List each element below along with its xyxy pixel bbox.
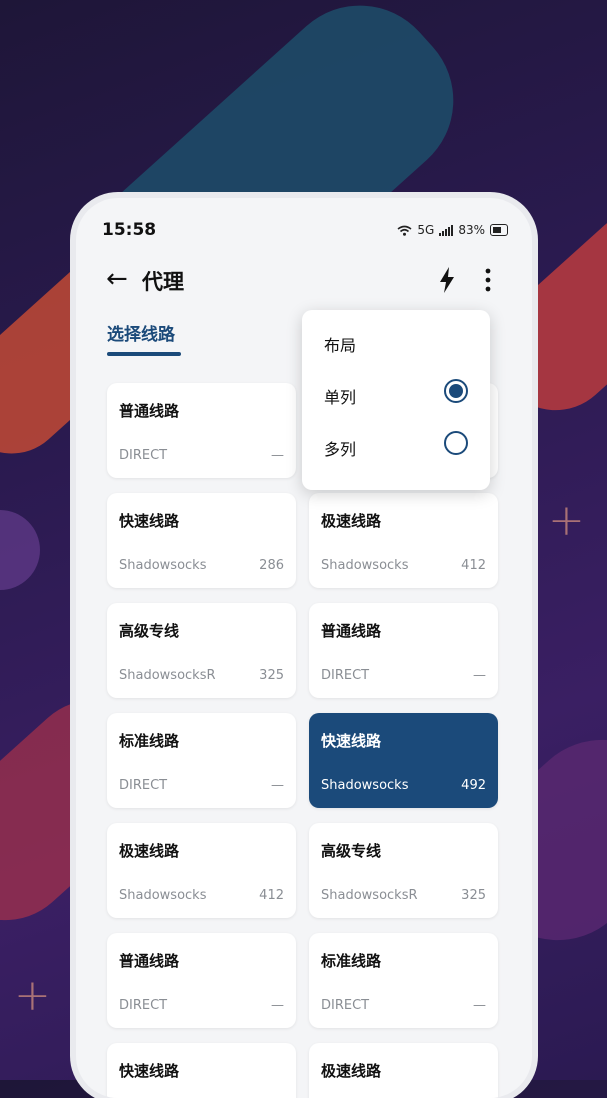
route-protocol: DIRECT <box>321 998 370 1013</box>
route-name: 极速线路 <box>321 512 382 530</box>
option-label: 单列 <box>324 388 357 407</box>
route-name: 快速线路 <box>119 1062 180 1080</box>
status-icons: 5G 83% <box>397 223 508 237</box>
route-card[interactable]: 标准线路 DIRECT — <box>309 933 498 1028</box>
arrow-left-icon[interactable]: ← <box>106 264 128 294</box>
radio-unselected-icon[interactable] <box>444 431 468 455</box>
route-protocol: DIRECT <box>119 998 168 1013</box>
signal-icon <box>439 224 454 236</box>
route-card[interactable]: 快速线路 <box>107 1043 296 1098</box>
menu-header: 布局 <box>324 336 357 355</box>
network-type: 5G <box>417 223 435 237</box>
route-name: 高级专线 <box>321 842 382 860</box>
route-name: 快速线路 <box>119 512 180 530</box>
layout-popup-menu: 布局 单列 多列 <box>302 310 490 490</box>
more-vert-icon[interactable] <box>481 266 495 294</box>
route-latency: 286 <box>259 558 284 573</box>
tab-indicator <box>107 352 181 356</box>
route-name: 高级专线 <box>119 622 180 640</box>
route-card[interactable]: 极速线路 Shadowsocks 412 <box>309 493 498 588</box>
route-name: 普通线路 <box>321 622 382 640</box>
route-name: 标准线路 <box>119 732 180 750</box>
route-name: 极速线路 <box>119 842 180 860</box>
route-latency: 412 <box>259 888 284 903</box>
route-protocol: Shadowsocks <box>321 558 409 573</box>
tab-select-route[interactable]: 选择线路 <box>107 320 175 345</box>
route-card[interactable]: 高级专线 ShadowsocksR 325 <box>309 823 498 918</box>
lightning-icon[interactable] <box>438 266 456 294</box>
route-card[interactable]: 普通线路 DIRECT — <box>309 603 498 698</box>
route-card[interactable]: 极速线路 <box>309 1043 498 1098</box>
route-protocol: Shadowsocks <box>119 558 207 573</box>
route-name: 标准线路 <box>321 952 382 970</box>
route-card[interactable]: 极速线路 Shadowsocks 412 <box>107 823 296 918</box>
background-shape <box>0 510 40 590</box>
menu-option-single-column[interactable]: 单列 <box>302 370 490 418</box>
route-latency: — <box>271 778 284 793</box>
menu-option-multi-column[interactable]: 多列 <box>302 422 490 470</box>
battery-percent: 83% <box>458 223 485 237</box>
route-card[interactable]: 快速线路 Shadowsocks 286 <box>107 493 296 588</box>
route-latency: — <box>271 998 284 1013</box>
plus-decoration-icon: + <box>548 495 585 546</box>
battery-icon <box>490 224 508 236</box>
route-latency: — <box>473 668 486 683</box>
route-latency: 325 <box>461 888 486 903</box>
route-protocol: DIRECT <box>119 778 168 793</box>
route-card[interactable]: 普通线路 DIRECT — <box>107 933 296 1028</box>
route-card[interactable]: 高级专线 ShadowsocksR 325 <box>107 603 296 698</box>
route-name: 快速线路 <box>321 732 382 750</box>
status-time: 15:58 <box>102 220 157 240</box>
route-name: 普通线路 <box>119 402 180 420</box>
route-card-selected[interactable]: 快速线路 Shadowsocks 492 <box>309 713 498 808</box>
radio-selected-icon[interactable] <box>444 379 468 403</box>
option-label: 多列 <box>324 440 357 459</box>
route-card[interactable]: 标准线路 DIRECT — <box>107 713 296 808</box>
route-name: 极速线路 <box>321 1062 382 1080</box>
route-protocol: Shadowsocks <box>119 888 207 903</box>
route-latency: 325 <box>259 668 284 683</box>
route-protocol: ShadowsocksR <box>321 888 418 903</box>
phone-screen: 15:58 5G 83% ← 代理 选择线路 普通线路 DIRECT — 快速线… <box>76 198 532 1098</box>
route-latency: 492 <box>461 778 486 793</box>
route-name: 普通线路 <box>119 952 180 970</box>
route-latency: 412 <box>461 558 486 573</box>
status-bar: 15:58 5G 83% <box>76 216 532 244</box>
route-protocol: DIRECT <box>119 448 168 463</box>
wifi-icon <box>397 225 412 236</box>
route-card[interactable]: 普通线路 DIRECT — <box>107 383 296 478</box>
route-protocol: DIRECT <box>321 668 370 683</box>
route-latency: — <box>271 448 284 463</box>
app-bar: ← 代理 <box>76 260 532 300</box>
route-protocol: ShadowsocksR <box>119 668 216 683</box>
plus-decoration-icon: + <box>14 970 51 1021</box>
route-protocol: Shadowsocks <box>321 778 409 793</box>
route-latency: — <box>473 998 486 1013</box>
page-title: 代理 <box>142 270 184 294</box>
